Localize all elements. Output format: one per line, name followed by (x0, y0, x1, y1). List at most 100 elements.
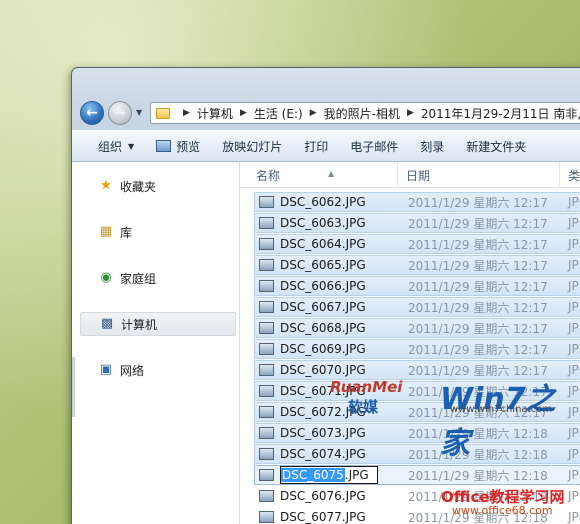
homegroup-icon: ◉ (100, 270, 112, 285)
file-date: 2011/1/29 星期六 12:18 (408, 468, 548, 483)
file-date: 2011/1/29 星期六 12:17 (408, 342, 548, 357)
chevron-right-icon[interactable]: ▶ (407, 108, 414, 118)
image-file-icon (259, 280, 274, 292)
file-name: DSC_6066.JPG (280, 279, 366, 293)
file-date: 2011/1/29 星期六 12:17 (408, 195, 548, 210)
file-name: DSC_6064.JPG (280, 237, 366, 251)
chevron-down-icon: ▼ (128, 141, 135, 151)
email-button[interactable]: 电子邮件 (339, 138, 409, 155)
file-name: DSC_6063.JPG (280, 216, 366, 230)
file-row[interactable]: DSC_6068.JPG 2011/1/29 星期六 12:17 JPE (254, 318, 580, 338)
image-file-icon (259, 490, 274, 502)
command-bar: 组织 ▼ 预览 放映幻灯片 打印 电子邮件 刻录 新建文件夹 (72, 130, 580, 162)
nav-label: 家庭组 (120, 271, 157, 286)
nav-item-computer[interactable]: ▩ 计算机 (80, 312, 236, 336)
file-date: 2011/1/29 星期六 12:17 (408, 237, 548, 252)
image-file-icon (259, 217, 274, 229)
preview-icon (156, 140, 172, 152)
image-file-icon (259, 238, 274, 250)
image-file-icon (259, 427, 274, 439)
file-type: JPE (568, 195, 580, 209)
rename-input[interactable]: DSC_6075 .JPG (280, 466, 378, 484)
chevron-right-icon[interactable]: ▶ (183, 108, 190, 118)
address-bar[interactable]: ▶ 计算机 ▶ 生活 (E:) ▶ 我的照片-相机 ▶ 2011年1月29-2月… (150, 102, 580, 124)
rename-extension-text: .JPG (344, 468, 369, 482)
file-date: 2011/1/29 星期六 12:17 (408, 279, 548, 294)
organize-button[interactable]: 组织 ▼ (72, 138, 145, 155)
file-type: JPE (568, 279, 580, 293)
breadcrumb-computer[interactable]: 计算机 (197, 105, 233, 122)
file-type: JPE (568, 405, 580, 419)
nav-item-libraries[interactable]: ▦ 库 (80, 220, 236, 244)
file-row[interactable]: DSC_6063.JPG 2011/1/29 星期六 12:17 JPE (254, 213, 580, 233)
file-row[interactable]: DSC_6064.JPG 2011/1/29 星期六 12:17 JPE (254, 234, 580, 254)
image-file-icon (259, 448, 274, 460)
computer-icon: ▩ (100, 316, 114, 331)
image-file-icon (259, 511, 274, 523)
chevron-right-icon[interactable]: ▶ (240, 108, 247, 118)
file-name: DSC_6065.JPG (280, 258, 366, 272)
file-row[interactable]: DSC_6065.JPG 2011/1/29 星期六 12:17 JPE (254, 255, 580, 275)
column-header-row: 名称 ▲ 日期 类型 (240, 162, 580, 188)
file-type: JPE (568, 321, 580, 335)
nav-label: 收藏夹 (120, 179, 157, 194)
file-row[interactable]: DSC_6066.JPG 2011/1/29 星期六 12:17 JPE (254, 276, 580, 296)
network-icon: ▣ (99, 362, 113, 377)
file-name: DSC_6073.JPG (280, 426, 366, 440)
nav-label: 计算机 (121, 317, 158, 332)
back-button[interactable]: ← (80, 101, 104, 125)
new-folder-button[interactable]: 新建文件夹 (455, 138, 537, 155)
file-type: JPE (568, 300, 580, 314)
back-arrow-icon: ← (86, 105, 98, 121)
file-row-renaming[interactable]: DSC_6075 .JPG 2011/1/29 星期六 12:18 JPE (254, 465, 580, 485)
star-icon: ★ (100, 178, 112, 193)
file-row[interactable]: DSC_6069.JPG 2011/1/29 星期六 12:17 JPE (254, 339, 580, 359)
column-header-type[interactable]: 类型 (560, 162, 580, 188)
file-name: DSC_6068.JPG (280, 321, 366, 335)
print-button[interactable]: 打印 (293, 138, 339, 155)
forward-arrow-icon: → (114, 105, 126, 121)
navigation-pane: ★ 收藏夹 ▦ 库 ◉ 家庭组 ▩ 计算机 ▣ 网络 (72, 162, 240, 524)
organize-label: 组织 (98, 139, 123, 154)
image-file-icon (259, 259, 274, 271)
file-type: JPE (568, 216, 580, 230)
win7-url-text: www.win7china.com (450, 404, 553, 415)
burn-button[interactable]: 刻录 (409, 138, 455, 155)
image-file-icon (259, 469, 274, 481)
image-file-icon (259, 364, 274, 376)
file-date: 2011/1/29 星期六 12:17 (408, 300, 548, 315)
slideshow-button[interactable]: 放映幻灯片 (211, 138, 293, 155)
column-header-date[interactable]: 日期 (398, 162, 560, 188)
breadcrumb-drive[interactable]: 生活 (E:) (254, 105, 303, 122)
image-file-icon (259, 385, 274, 397)
file-type: JPE (568, 237, 580, 251)
rename-selected-text: DSC_6075 (281, 468, 345, 482)
file-type: JPE (568, 426, 580, 440)
image-file-icon (259, 301, 274, 313)
image-file-icon (259, 406, 274, 418)
file-row[interactable]: DSC_6067.JPG 2011/1/29 星期六 12:17 JPE (254, 297, 580, 317)
file-row[interactable]: DSC_6062.JPG 2011/1/29 星期六 12:17 JPE (254, 192, 580, 212)
column-header-name[interactable]: 名称 ▲ (248, 162, 398, 188)
breadcrumb-photos[interactable]: 我的照片-相机 (324, 105, 400, 122)
library-icon: ▦ (99, 224, 113, 239)
forward-button[interactable]: → (108, 101, 132, 125)
nav-item-homegroup[interactable]: ◉ 家庭组 (80, 266, 236, 290)
win7china-watermark: RuanMei 软媒 Win7之家 www.win7china.com (330, 378, 556, 461)
recent-pages-dropdown-icon[interactable]: ▼ (136, 108, 142, 117)
chevron-right-icon[interactable]: ▶ (310, 108, 317, 118)
sort-ascending-icon: ▲ (328, 169, 335, 178)
win7-logo-text: Win7之家 (440, 382, 556, 461)
nav-item-favorites[interactable]: ★ 收藏夹 (80, 174, 236, 198)
nav-item-network[interactable]: ▣ 网络 (80, 358, 236, 382)
file-type: JPE (568, 468, 580, 482)
preview-button[interactable]: 预览 (145, 138, 211, 155)
file-date: 2011/1/29 星期六 12:17 (408, 258, 548, 273)
nav-label: 库 (120, 225, 133, 240)
file-name: DSC_6076.JPG (280, 489, 366, 503)
file-type: JPE (568, 342, 580, 356)
pane-splitter[interactable] (72, 357, 75, 417)
image-file-icon (259, 196, 274, 208)
file-name: DSC_6077.JPG (280, 510, 366, 524)
breadcrumb-current-folder[interactable]: 2011年1月29-2月11日 南非, (421, 105, 580, 122)
